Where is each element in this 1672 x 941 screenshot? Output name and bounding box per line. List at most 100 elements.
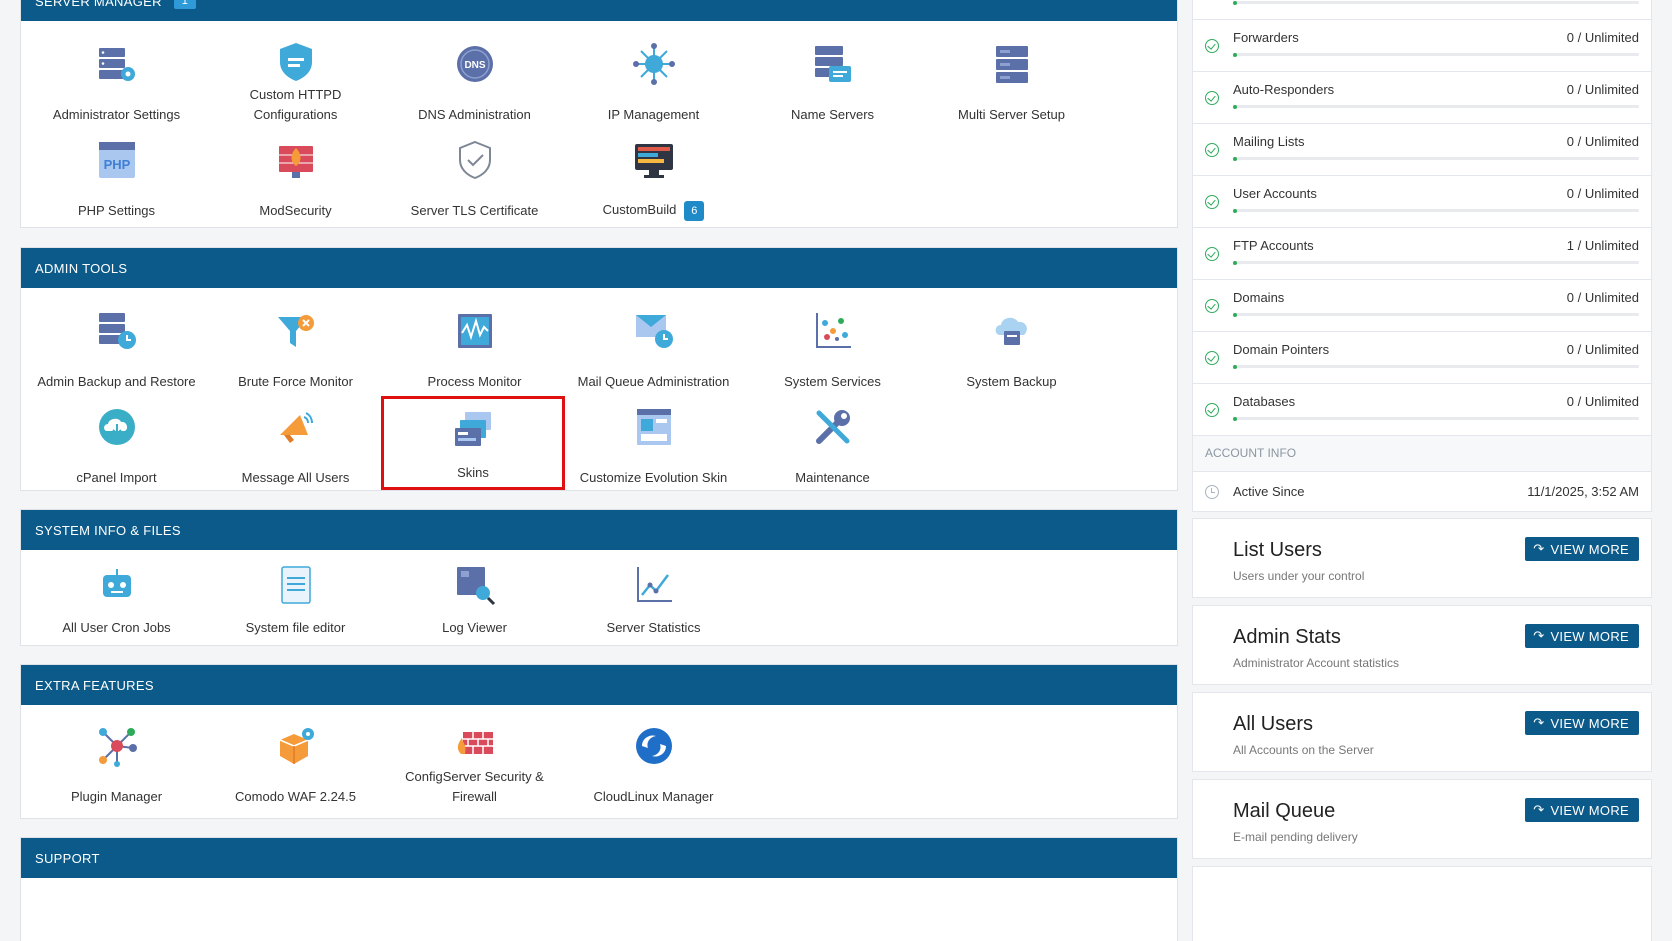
stat-row-domains: Domains 0 / Unlimited	[1192, 280, 1652, 332]
view-more-button[interactable]: ↷ VIEW MORE	[1525, 537, 1639, 561]
brick-firewall-icon	[450, 721, 500, 767]
usage-bar	[1233, 52, 1639, 57]
tile-skins[interactable]: Skins	[381, 396, 565, 490]
tile-customize-evolution-skin[interactable]: Customize Evolution Skin	[558, 392, 749, 496]
stat-value: 0 / Unlimited	[1566, 30, 1639, 45]
view-more-button[interactable]: ↷ VIEW MORE	[1525, 624, 1639, 648]
tile-name-servers[interactable]: Name Servers	[737, 29, 928, 133]
usage-bar	[1233, 364, 1639, 369]
tile-maintenance[interactable]: Maintenance	[737, 392, 928, 496]
card-title: List Users	[1233, 539, 1322, 561]
tile-label: Mail Queue Administration	[577, 374, 730, 389]
tile-log-viewer[interactable]: Log Viewer	[379, 550, 570, 646]
tile-server-statistics[interactable]: Server Statistics	[558, 550, 749, 646]
usage-bar	[1233, 260, 1639, 265]
panel-server-manager: SERVER MANAGER 1 Administrator Settings …	[20, 0, 1178, 228]
tile-message-all-users[interactable]: Message All Users	[200, 392, 391, 496]
check-circle-icon	[1205, 143, 1219, 157]
server-stack-icon	[987, 39, 1037, 89]
tile-label: IP Management	[607, 107, 700, 122]
usage-bar	[1233, 104, 1639, 109]
tile-administrator-settings[interactable]: Administrator Settings	[21, 29, 212, 133]
button-label: VIEW MORE	[1550, 628, 1629, 644]
tile-label: ModSecurity	[259, 203, 332, 218]
tile-label: Log Viewer	[442, 620, 507, 635]
card-all-users: All Users All Accounts on the Server ↷ V…	[1192, 692, 1652, 772]
funnel-icon	[271, 306, 321, 356]
tile-configserver-firewall[interactable]: ConfigServer Security & Firewall	[379, 711, 570, 815]
tile-label: Customize Evolution Skin	[579, 470, 728, 485]
tile-label: Administrator Settings	[52, 107, 181, 122]
tile-multi-server-setup[interactable]: Multi Server Setup	[916, 29, 1107, 133]
card-next-partial	[1192, 866, 1652, 941]
stat-name: Mailing Lists	[1233, 134, 1305, 149]
panel-title: SUPPORT	[35, 850, 100, 866]
tile-brute-force-monitor[interactable]: Brute Force Monitor	[200, 296, 391, 400]
skins-layers-icon	[448, 405, 498, 455]
tile-label: Comodo WAF 2.24.5	[235, 789, 356, 804]
card-title: Admin Stats	[1233, 626, 1341, 648]
tile-server-tls[interactable]: Server TLS Certificate	[379, 125, 570, 229]
document-icon	[271, 560, 321, 610]
panel-extra-features: EXTRA FEATURES Plugin Manager Comodo WAF…	[20, 664, 1178, 819]
log-search-icon	[450, 560, 500, 610]
tile-php-settings[interactable]: PHP PHP Settings	[21, 125, 212, 229]
tile-label: CloudLinux Manager	[593, 789, 714, 804]
stat-value: 0 / Unlimited	[1566, 134, 1639, 149]
tile-all-user-cron-jobs[interactable]: All User Cron Jobs	[21, 550, 212, 646]
tile-process-monitor[interactable]: Process Monitor	[379, 296, 570, 400]
panel-title: EXTRA FEATURES	[35, 677, 154, 693]
tile-label: System file editor	[245, 620, 346, 635]
cloud-server-icon	[987, 306, 1037, 356]
tile-custom-httpd[interactable]: Custom HTTPD Configurations	[200, 29, 391, 133]
tile-admin-backup[interactable]: Admin Backup and Restore	[21, 296, 212, 400]
card-list-users: List Users Users under your control ↷ VI…	[1192, 518, 1652, 598]
stat-name: Forwarders	[1233, 30, 1299, 45]
panel-header: SERVER MANAGER 1	[21, 0, 1177, 21]
tile-custombuild[interactable]: CustomBuild 6	[558, 125, 749, 229]
tile-label: System Services	[784, 374, 881, 389]
tile-modsecurity[interactable]: ModSecurity	[200, 125, 391, 229]
cloudlinux-swirl-icon	[629, 721, 679, 771]
view-more-button[interactable]: ↷ VIEW MORE	[1525, 711, 1639, 735]
tile-ip-management[interactable]: IP Management	[558, 29, 749, 133]
tile-mail-queue-admin[interactable]: Mail Queue Administration	[558, 296, 749, 400]
button-label: VIEW MORE	[1550, 802, 1629, 818]
card-title: All Users	[1233, 713, 1314, 735]
megaphone-icon	[271, 402, 321, 452]
mail-clock-icon	[629, 306, 679, 356]
clock-icon	[1205, 485, 1219, 499]
tile-cloudlinux-manager[interactable]: CloudLinux Manager	[558, 711, 749, 815]
share-arrow-icon: ↷	[1533, 802, 1545, 817]
dns-globe-icon: DNS	[450, 39, 500, 89]
tile-system-services[interactable]: System Services	[737, 296, 928, 400]
plugin-network-icon	[92, 721, 142, 771]
stat-value: 0 / Unlimited	[1566, 186, 1639, 201]
panel-admin-tools: ADMIN TOOLS Admin Backup and Restore Bru…	[20, 247, 1178, 491]
view-more-button[interactable]: ↷ VIEW MORE	[1525, 798, 1639, 822]
tile-comodo-waf[interactable]: Comodo WAF 2.24.5	[200, 711, 391, 815]
tile-label: CustomBuild 6	[597, 200, 711, 221]
tile-label: DNS Administration	[418, 107, 531, 122]
tile-system-backup[interactable]: System Backup	[916, 296, 1107, 400]
card-subtitle: Administrator Account statistics	[1233, 656, 1400, 670]
stat-value: 0 / Unlimited	[1566, 342, 1639, 357]
button-label: VIEW MORE	[1550, 541, 1629, 557]
tile-cpanel-import[interactable]: cPanel Import	[21, 392, 212, 496]
stat-row-databases: Databases 0 / Unlimited	[1192, 384, 1652, 436]
stat-row-user-accounts: User Accounts 0 / Unlimited	[1192, 176, 1652, 228]
backup-clock-icon	[92, 306, 142, 356]
panel-header: SUPPORT	[21, 838, 1177, 878]
tile-plugin-manager[interactable]: Plugin Manager	[21, 711, 212, 815]
check-circle-icon	[1205, 39, 1219, 53]
check-circle-icon	[1205, 299, 1219, 313]
card-subtitle: Users under your control	[1233, 569, 1365, 583]
share-arrow-icon: ↷	[1533, 628, 1545, 643]
tile-label: Maintenance	[795, 470, 870, 485]
stat-value: 0 / Unlimited	[1566, 82, 1639, 97]
check-circle-icon	[1205, 403, 1219, 417]
tile-label: PHP Settings	[77, 203, 156, 218]
card-title: Mail Queue	[1233, 800, 1336, 822]
tile-system-file-editor[interactable]: System file editor	[200, 550, 391, 646]
tile-dns-administration[interactable]: DNS DNS Administration	[379, 29, 570, 133]
